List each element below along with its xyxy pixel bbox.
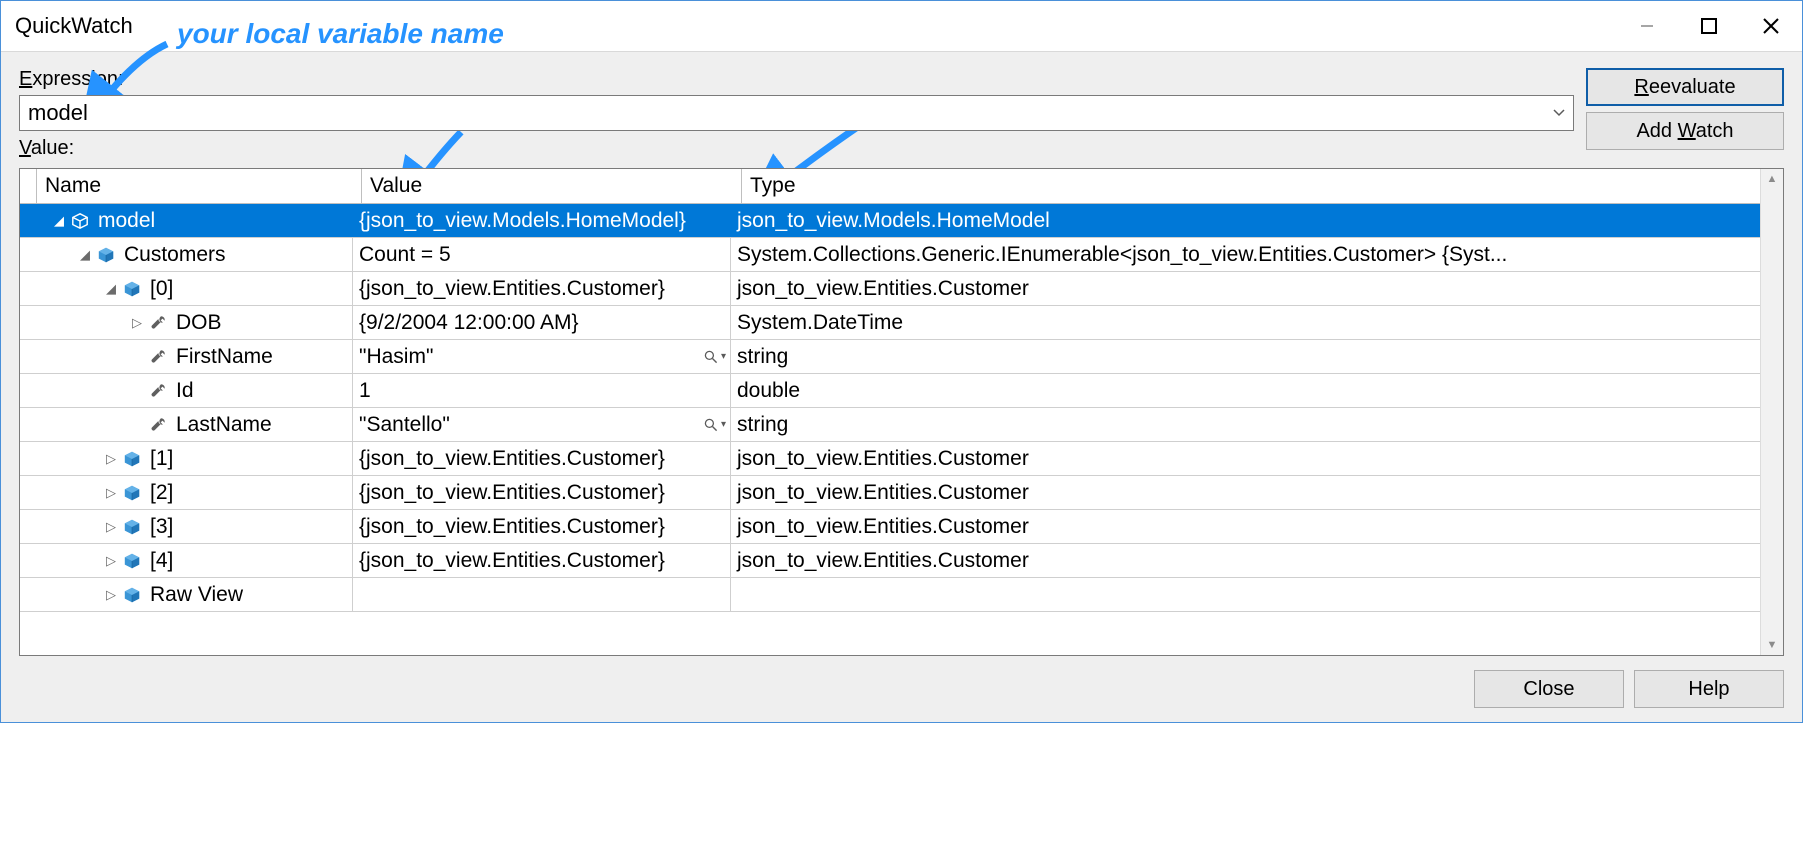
row-name: LastName [176, 413, 272, 437]
grid-header: Name Value Type [20, 169, 1760, 204]
expression-label: Expression: [19, 68, 124, 91]
window-title: QuickWatch [15, 13, 133, 39]
row-name: DOB [176, 311, 222, 335]
help-button[interactable]: Help [1634, 670, 1784, 708]
expression-input[interactable] [20, 96, 1545, 130]
property-icon [148, 347, 168, 367]
value-label: Value: [19, 137, 74, 160]
grid-row[interactable]: FirstName "Hasim" ▾ string [20, 340, 1760, 374]
row-value: "Hasim" [359, 345, 433, 369]
row-type: json_to_view.Entities.Customer [737, 515, 1029, 539]
row-value: 1 [359, 379, 371, 403]
grid-row[interactable]: Id 1 double [20, 374, 1760, 408]
row-type: json_to_view.Entities.Customer [737, 549, 1029, 573]
grid-row[interactable]: ▷ DOB {9/2/2004 12:00:00 AM} System.DateTim… [20, 306, 1760, 340]
grid-row[interactable]: ▷ [3] {json_to_view.Entities.Customer} json… [20, 510, 1760, 544]
row-name: Customers [124, 243, 226, 267]
scroll-up-icon[interactable]: ▲ [1761, 169, 1783, 189]
expander-expanded-icon[interactable]: ◢ [104, 281, 118, 297]
row-value: {json_to_view.Models.HomeModel} [359, 209, 686, 233]
row-value: Count = 5 [359, 243, 451, 267]
body-panel: your local variable name its value ...an… [1, 52, 1802, 722]
reevaluate-button[interactable]: Reevaluate [1586, 68, 1784, 106]
magnifier-icon [703, 417, 719, 433]
row-value: {json_to_view.Entities.Customer} [359, 549, 665, 573]
expander-collapsed-icon[interactable]: ▷ [104, 519, 118, 535]
row-type: json_to_view.Models.HomeModel [737, 209, 1050, 233]
row-value: {json_to_view.Entities.Customer} [359, 481, 665, 505]
expression-combo[interactable] [19, 95, 1574, 131]
row-name: FirstName [176, 345, 273, 369]
expander-expanded-icon[interactable]: ◢ [52, 213, 66, 229]
grid-row[interactable]: ▷ [2] {json_to_view.Entities.Customer} json… [20, 476, 1760, 510]
row-name: Id [176, 379, 194, 403]
object-icon [122, 279, 142, 299]
chevron-down-icon: ▾ [721, 419, 726, 430]
row-value: {json_to_view.Entities.Customer} [359, 447, 665, 471]
grid-row[interactable]: ◢ Customers Count = 5 System.Collections.Ge… [20, 238, 1760, 272]
expander-collapsed-icon[interactable]: ▷ [104, 451, 118, 467]
row-value: {json_to_view.Entities.Customer} [359, 277, 665, 301]
row-type: string [737, 413, 788, 437]
row-type: double [737, 379, 800, 403]
expander-collapsed-icon[interactable]: ▷ [104, 553, 118, 569]
property-icon [148, 313, 168, 333]
grid-row[interactable]: ◢ model {json_to_view.Models.HomeModel} jso… [20, 204, 1760, 238]
expander-collapsed-icon[interactable]: ▷ [104, 587, 118, 603]
row-type: System.DateTime [737, 311, 903, 335]
row-type: json_to_view.Entities.Customer [737, 277, 1029, 301]
vertical-scrollbar[interactable]: ▲ ▼ [1760, 169, 1783, 655]
grid-row[interactable]: ▷ Raw View [20, 578, 1760, 612]
grid-row[interactable]: ▷ [1] {json_to_view.Entities.Customer} json… [20, 442, 1760, 476]
object-outline-icon [70, 211, 90, 231]
close-button[interactable]: Close [1474, 670, 1624, 708]
chevron-down-icon[interactable] [1545, 96, 1573, 130]
object-icon [122, 449, 142, 469]
row-type: json_to_view.Entities.Customer [737, 481, 1029, 505]
quickwatch-window: QuickWatch your local variable name its … [0, 0, 1803, 723]
object-icon [122, 585, 142, 605]
row-type: System.Collections.Generic.IEnumerable<j… [737, 243, 1507, 267]
object-icon [122, 483, 142, 503]
grid-gutter [20, 169, 37, 203]
row-name: [4] [150, 549, 173, 573]
grid-row[interactable]: ▷ [4] {json_to_view.Entities.Customer} json… [20, 544, 1760, 578]
expander-collapsed-icon[interactable]: ▷ [130, 315, 144, 331]
row-name: [1] [150, 447, 173, 471]
value-grid: Name Value Type ◢ model {json_to_view.Mode… [19, 168, 1784, 656]
row-type: json_to_view.Entities.Customer [737, 447, 1029, 471]
row-value: {9/2/2004 12:00:00 AM} [359, 311, 579, 335]
object-icon [96, 245, 116, 265]
object-icon [122, 551, 142, 571]
scroll-down-icon[interactable]: ▼ [1761, 635, 1783, 655]
chevron-down-icon: ▾ [721, 351, 726, 362]
column-header-type[interactable]: Type [742, 169, 1760, 203]
row-name: [2] [150, 481, 173, 505]
expander-collapsed-icon[interactable]: ▷ [104, 485, 118, 501]
row-name: [3] [150, 515, 173, 539]
row-value: {json_to_view.Entities.Customer} [359, 515, 665, 539]
close-window-button[interactable] [1740, 1, 1802, 51]
column-header-name[interactable]: Name [37, 169, 362, 203]
grid-row[interactable]: LastName "Santello" ▾ string [20, 408, 1760, 442]
property-icon [148, 381, 168, 401]
row-type: string [737, 345, 788, 369]
property-icon [148, 415, 168, 435]
visualizer-dropdown[interactable]: ▾ [703, 417, 726, 433]
magnifier-icon [703, 349, 719, 365]
minimize-button[interactable] [1616, 1, 1678, 51]
expander-expanded-icon[interactable]: ◢ [78, 247, 92, 263]
row-name: [0] [150, 277, 173, 301]
maximize-button[interactable] [1678, 1, 1740, 51]
column-header-value[interactable]: Value [362, 169, 742, 203]
row-name: Raw View [150, 583, 243, 607]
visualizer-dropdown[interactable]: ▾ [703, 349, 726, 365]
add-watch-button[interactable]: Add Watch [1586, 112, 1784, 150]
row-value: "Santello" [359, 413, 450, 437]
row-name: model [98, 209, 155, 233]
grid-row[interactable]: ◢ [0] {json_to_view.Entities.Customer} json… [20, 272, 1760, 306]
titlebar: QuickWatch [1, 1, 1802, 52]
object-icon [122, 517, 142, 537]
